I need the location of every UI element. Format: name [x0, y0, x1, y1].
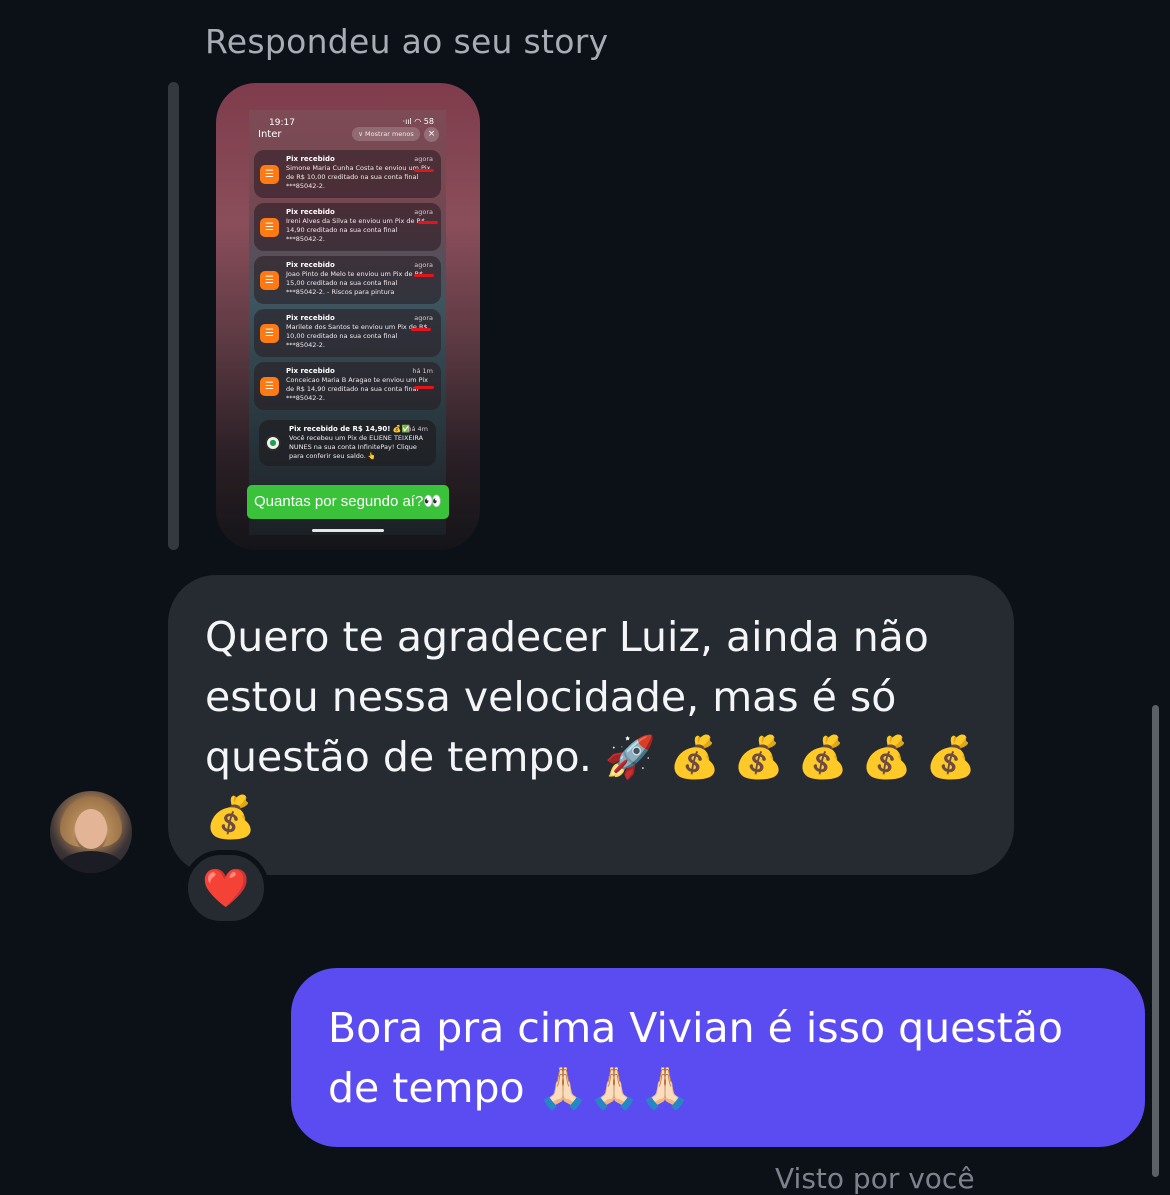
notification-title: Pix recebido: [286, 314, 335, 322]
inter-logo-icon: ☰: [260, 271, 279, 290]
outgoing-message-bubble[interactable]: Bora pra cima Vivian é isso questão de t…: [291, 968, 1145, 1147]
notification-time: agora: [414, 261, 433, 269]
notification-time: há 1m: [412, 367, 433, 375]
notification-time: agora: [414, 208, 433, 216]
notification-title: Pix recebido: [286, 367, 335, 375]
scrollbar[interactable]: [1152, 705, 1159, 1177]
inter-logo-icon: ☰: [260, 324, 279, 343]
notification-app-title: Inter: [258, 129, 282, 140]
notification-card: ☰ Pix recebido agora Ireni Alves da Silv…: [254, 203, 441, 251]
avatar-face: [75, 809, 107, 849]
redaction-mark: [411, 328, 431, 331]
notification-card-infinitepay: ● Pix recebido de R$ 14,90! 💰✅ há 4m Voc…: [259, 420, 436, 466]
redaction-mark: [414, 274, 434, 277]
notification-body: Ireni Alves da Silva te enviou um Pix de…: [286, 217, 426, 243]
notification-title: Pix recebido: [286, 155, 335, 163]
outgoing-message-text: Bora pra cima Vivian é isso questão de t…: [328, 1004, 1063, 1112]
notification-title: Pix recebido: [286, 208, 335, 216]
status-icons: ·ııl ◠ 58: [402, 117, 434, 126]
notification-card: ☰ Pix recebido agora Simone Maria Cunha …: [254, 150, 441, 198]
infinitepay-logo-icon: ●: [265, 435, 281, 451]
message-reaction[interactable]: ❤️: [183, 850, 269, 926]
notification-body: Simone Maria Cunha Costa te enviou um Pi…: [286, 164, 431, 190]
redaction-mark: [414, 169, 434, 172]
story-reply-label: Respondeu ao seu story: [205, 22, 609, 61]
avatar-body: [56, 851, 126, 873]
heart-icon: ❤️: [202, 866, 250, 910]
notification-body: Marilete dos Santos te enviou um Pix de …: [286, 323, 428, 349]
notification-time: agora: [414, 155, 433, 163]
notification-card: ☰ Pix recebido há 1m Conceicao Maria B A…: [254, 362, 441, 410]
inter-logo-icon: ☰: [260, 377, 279, 396]
redaction-mark: [418, 221, 438, 224]
redaction-mark: [414, 386, 434, 389]
notification-body: Joao Pinto de Melo te enviou um Pix de R…: [286, 270, 424, 296]
inter-logo-icon: ☰: [260, 165, 279, 184]
home-indicator: [312, 529, 384, 532]
notification-body: Você recebeu um Pix de ELIENE TEIXEIRA N…: [289, 434, 424, 460]
inter-logo-icon: ☰: [260, 218, 279, 237]
collapse-pill: ∨ Mostrar menos: [352, 127, 420, 141]
notification-body: Conceicao Maria B Aragao te enviou um Pi…: [286, 376, 429, 402]
notification-card: ☰ Pix recebido agora Marilete dos Santos…: [254, 309, 441, 357]
incoming-message-bubble[interactable]: Quero te agradecer Luiz, ainda não estou…: [168, 575, 1014, 875]
story-phone-screen: 19:17 ·ııl ◠ 58 Inter ∨ Mostrar menos × …: [249, 110, 446, 535]
status-time: 19:17: [269, 118, 295, 128]
notification-card: ☰ Pix recebido agora Joao Pinto de Melo …: [254, 256, 441, 304]
story-sticker: Quantas por segundo aí?👀: [247, 485, 449, 519]
seen-status: Visto por você: [775, 1162, 975, 1195]
notification-time: há 4m: [407, 425, 428, 433]
notification-title: Pix recebido de R$ 14,90! 💰✅: [289, 425, 411, 433]
incoming-message-text: Quero te agradecer Luiz, ainda não estou…: [205, 613, 977, 841]
notification-title: Pix recebido: [286, 261, 335, 269]
story-reply-bar: [168, 82, 179, 550]
notification-time: agora: [414, 314, 433, 322]
avatar[interactable]: [50, 791, 132, 873]
story-thumbnail[interactable]: 19:17 ·ııl ◠ 58 Inter ∨ Mostrar menos × …: [216, 83, 480, 550]
close-icon: ×: [424, 127, 439, 142]
